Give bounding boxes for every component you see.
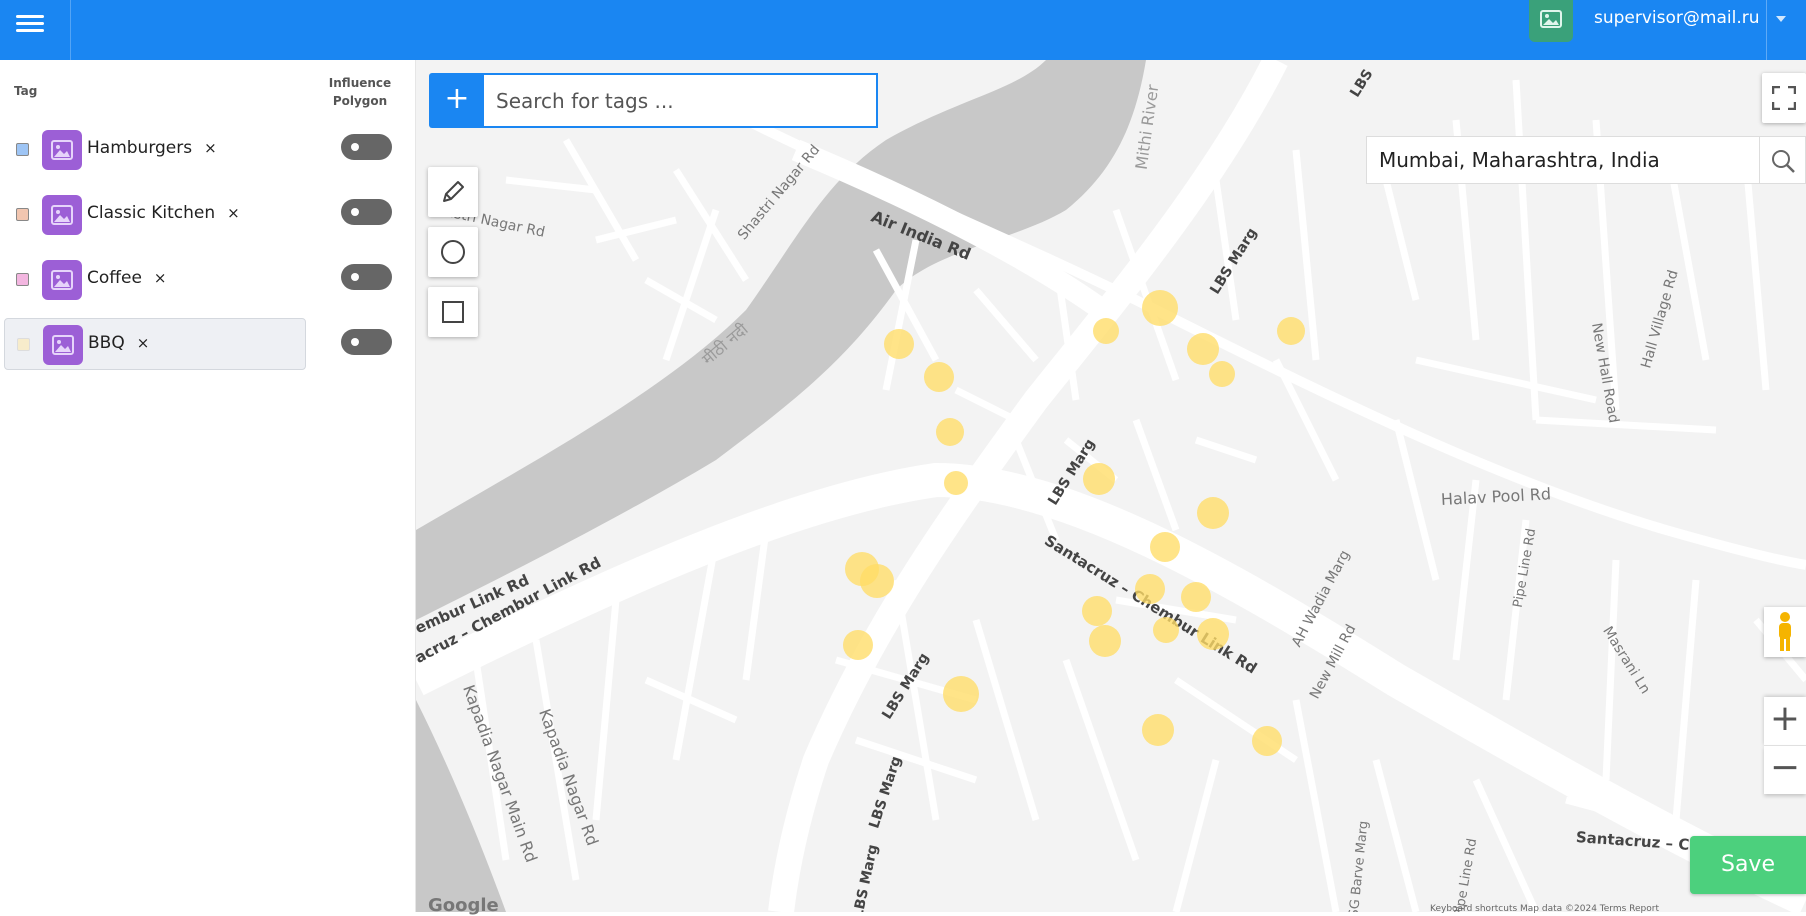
column-header-tag: Tag <box>14 84 38 98</box>
location-marker[interactable] <box>884 329 914 359</box>
influence-polygon-toggle[interactable] <box>341 329 392 355</box>
tag-row-bbq[interactable]: BBQ × <box>4 318 306 370</box>
close-icon[interactable]: × <box>204 139 217 157</box>
location-marker[interactable] <box>936 418 964 446</box>
draw-rectangle-button[interactable] <box>428 287 478 337</box>
tag-row-classic-kitchen[interactable]: Classic Kitchen × <box>4 189 304 239</box>
tag-label: Classic Kitchen × <box>87 203 240 223</box>
image-icon <box>42 260 82 300</box>
column-header-influence: Influence Polygon <box>328 76 392 108</box>
location-marker[interactable] <box>1187 333 1219 365</box>
tag-sidebar: Tag Influence Polygon Hamburgers × Classi… <box>0 60 416 912</box>
location-marker[interactable] <box>1197 618 1229 650</box>
fullscreen-button[interactable] <box>1762 73 1806 123</box>
search-icon <box>1772 150 1795 173</box>
circle-icon <box>441 240 465 264</box>
hamburger-menu-icon[interactable] <box>0 0 71 60</box>
chevron-down-icon[interactable] <box>1776 16 1786 22</box>
influence-polygon-toggle[interactable] <box>341 199 392 225</box>
fullscreen-icon <box>1772 86 1796 110</box>
draw-circle-button[interactable] <box>428 227 478 277</box>
top-bar: supervisor@mail.ru <box>0 0 1806 60</box>
location-marker[interactable] <box>1252 726 1282 756</box>
close-icon[interactable]: × <box>154 269 167 287</box>
divider <box>1766 0 1767 60</box>
tag-search-input[interactable] <box>484 73 878 128</box>
tag-color-checkbox[interactable] <box>16 273 29 286</box>
location-marker[interactable] <box>1089 625 1121 657</box>
square-icon <box>442 301 464 323</box>
location-marker[interactable] <box>1277 317 1305 345</box>
location-marker[interactable] <box>1093 318 1119 344</box>
draw-polygon-button[interactable] <box>428 167 478 217</box>
zoom-in-button[interactable]: + <box>1764 697 1806 746</box>
tag-row-coffee[interactable]: Coffee × <box>4 254 304 304</box>
location-marker[interactable] <box>860 564 894 598</box>
location-marker[interactable] <box>843 630 873 660</box>
location-search-input[interactable] <box>1366 136 1760 184</box>
location-marker[interactable] <box>1150 532 1180 562</box>
save-button[interactable]: Save <box>1690 836 1806 894</box>
add-tag-button[interactable]: + <box>429 73 485 128</box>
user-avatar[interactable] <box>1529 0 1573 42</box>
location-marker[interactable] <box>1153 617 1179 643</box>
tag-color-checkbox[interactable] <box>17 338 30 351</box>
location-marker[interactable] <box>1083 463 1115 495</box>
tag-label: BBQ × <box>88 333 150 353</box>
tag-row-hamburgers[interactable]: Hamburgers × <box>4 124 304 174</box>
influence-polygon-toggle[interactable] <box>341 134 392 160</box>
zoom-out-button[interactable]: − <box>1764 746 1806 794</box>
location-marker[interactable] <box>1135 574 1165 604</box>
location-marker[interactable] <box>924 362 954 392</box>
tag-label: Coffee × <box>87 268 167 288</box>
location-marker[interactable] <box>944 471 968 495</box>
image-icon <box>1540 10 1562 28</box>
image-icon <box>43 325 83 365</box>
tag-label: Hamburgers × <box>87 138 217 158</box>
street-view-pegman[interactable] <box>1764 607 1806 657</box>
tag-color-checkbox[interactable] <box>16 143 29 156</box>
location-marker[interactable] <box>1082 596 1112 626</box>
pencil-icon <box>443 181 464 202</box>
pegman-icon <box>1779 612 1791 651</box>
location-marker[interactable] <box>1181 582 1211 612</box>
map-attribution[interactable]: Keyboard shortcuts Map data ©2024 Terms … <box>1430 904 1659 914</box>
image-icon <box>42 195 82 235</box>
image-icon <box>42 130 82 170</box>
close-icon[interactable]: × <box>227 204 240 222</box>
user-email[interactable]: supervisor@mail.ru <box>1594 8 1760 28</box>
location-marker[interactable] <box>1197 497 1229 529</box>
influence-polygon-toggle[interactable] <box>341 264 392 290</box>
location-search-button[interactable] <box>1760 136 1806 184</box>
location-marker[interactable] <box>1209 361 1235 387</box>
close-icon[interactable]: × <box>137 334 150 352</box>
location-marker[interactable] <box>1142 290 1178 326</box>
google-logo: Google <box>428 895 499 916</box>
tag-color-checkbox[interactable] <box>16 208 29 221</box>
map-canvas[interactable]: Mithi River Air India Rd Shastri Nagar R… <box>416 60 1806 912</box>
location-marker[interactable] <box>1142 714 1174 746</box>
location-marker[interactable] <box>943 676 979 712</box>
